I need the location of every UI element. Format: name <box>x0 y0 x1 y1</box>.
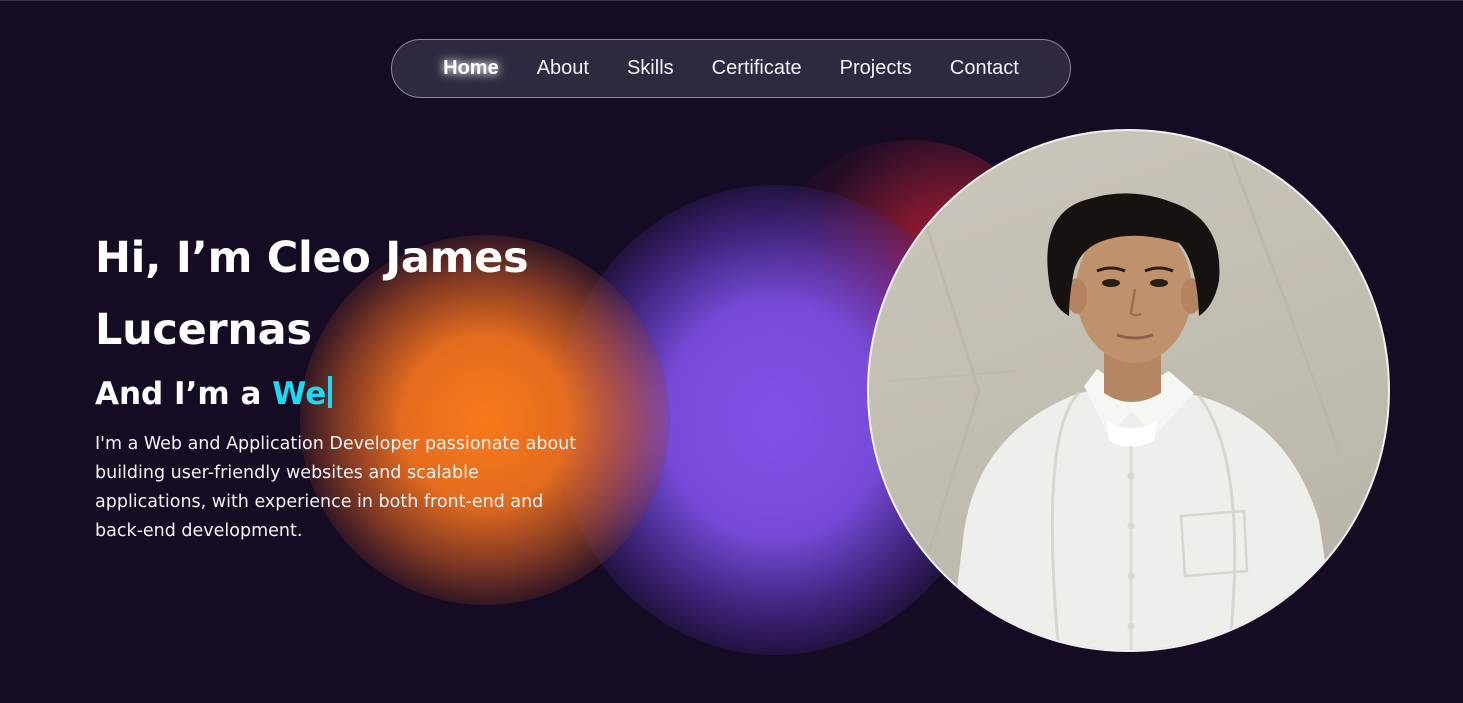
nav-home-link[interactable]: Home <box>443 57 499 80</box>
nav-certificate-link[interactable]: Certificate <box>712 57 802 80</box>
hero-heading: Hi, I’m Cleo James Lucernas <box>95 222 615 366</box>
top-border <box>0 0 1463 1</box>
nav-projects-link[interactable]: Projects <box>840 57 912 80</box>
main-navigation: Home About Skills Certificate Projects C… <box>391 39 1071 98</box>
hero-name-line-2: Lucernas <box>95 305 312 355</box>
role-prefix: And I’m a <box>95 376 273 412</box>
hero-name-line-1: Hi, I’m Cleo James <box>95 233 529 283</box>
nav-contact-link[interactable]: Contact <box>950 57 1019 80</box>
profile-photo <box>867 129 1390 652</box>
profile-photo-illustration <box>888 150 1341 650</box>
role-typing-line: And I’m a We <box>95 374 615 414</box>
nav-about-link[interactable]: About <box>537 57 589 80</box>
hero-bio: I'm a Web and Application Developer pass… <box>95 434 577 541</box>
typing-cursor <box>328 376 333 408</box>
nav-skills-link[interactable]: Skills <box>627 57 674 80</box>
typed-role-text: We <box>272 376 327 412</box>
hero-section: Hi, I’m Cleo James Lucernas And I’m a We… <box>95 222 615 546</box>
